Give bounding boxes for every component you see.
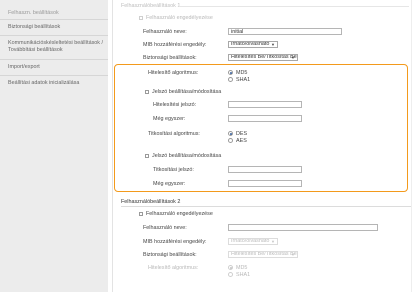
section1-username-input[interactable] [228,28,342,35]
section2-username-label: Felhasználó neve: [143,225,187,231]
sidebar-item-label: Biztonsági beállítások [8,24,61,30]
chevron-down-icon: ▼ [271,239,275,244]
section2-mib-value: Írható/olvasható [231,238,270,244]
sidebar-item-import-export[interactable]: Import/export [0,64,108,76]
section2-security-select[interactable]: Hitelesítés Be/Titkosítás Be ▼ [228,251,298,258]
section1-security-label: Biztonsági beállítások: [143,55,197,61]
sidebar-item-communication-settings[interactable]: Kommunikációskésleltetési beállítások / … [0,40,108,60]
section1-mib-select[interactable]: Írható/olvasható ▼ [228,41,278,48]
section2-auth-algo-label: Hitelesítő algoritmus: [148,265,199,271]
sidebar-item-label: Kommunikációskésleltetési beállítások / [8,40,103,46]
section2-auth-sha1-radio[interactable] [228,272,233,277]
section2-title: Felhasználóbeállítások 2 [121,199,181,205]
sidebar-item-user-settings[interactable]: Felhaszn. beállítások [0,10,108,20]
section1-divider [179,6,409,7]
section1-title: Felhasználóbeállítások 1 [121,3,181,9]
section2-divider [121,206,411,207]
sidebar-item-label: Beállítási adatok inicializálása [8,80,80,86]
section1-mib-value: Írható/olvasható [231,41,270,47]
section2-username-input[interactable] [228,224,378,231]
section1-security-value: Hitelesítés Be/Titkosítás Be [231,54,297,60]
section2-security-value: Hitelesítés Be/Titkosítás Be [231,251,297,257]
section2-mib-select[interactable]: Írható/olvasható ▼ [228,238,278,245]
sidebar-item-label: Felhaszn. beállítások [8,10,59,16]
chevron-down-icon: ▼ [291,55,295,60]
sidebar-item-label: Import/export [8,64,40,70]
section1-username-label: Felhasználó neve: [143,29,187,35]
section2-security-label: Biztonsági beállítások: [143,252,197,258]
section2-auth-sha1-label: SHA1 [236,272,251,278]
chevron-down-icon: ▼ [271,42,275,47]
section2-mib-label: MIB hozzáférési engedély: [143,239,207,245]
chevron-down-icon: ▼ [291,252,295,257]
sidebar-item-initialize-settings[interactable]: Beállítási adatok inicializálása [0,80,108,92]
section2-enable-checkbox[interactable] [139,212,143,216]
sidebar: Felhaszn. beállítások Biztonsági beállít… [0,0,108,292]
sidebar-item-label-line2: Továbbítási beállítások [8,47,63,53]
section1-enable-checkbox[interactable] [139,16,143,20]
highlight-frame [114,64,408,192]
section1-mib-label: MIB hozzáférési engedély: [143,42,207,48]
section1-enable-label: Felhasználó engedélyezése [146,15,213,21]
sidebar-item-security-settings[interactable]: Biztonsági beállítások [0,24,108,36]
section2-enable-label: Felhasználó engedélyezése [146,211,213,217]
section1-security-select[interactable]: Hitelesítés Be/Titkosítás Be ▼ [228,54,298,61]
section2-auth-md5-radio[interactable] [228,265,233,270]
section2-auth-md5-label: MD5 [236,265,248,271]
